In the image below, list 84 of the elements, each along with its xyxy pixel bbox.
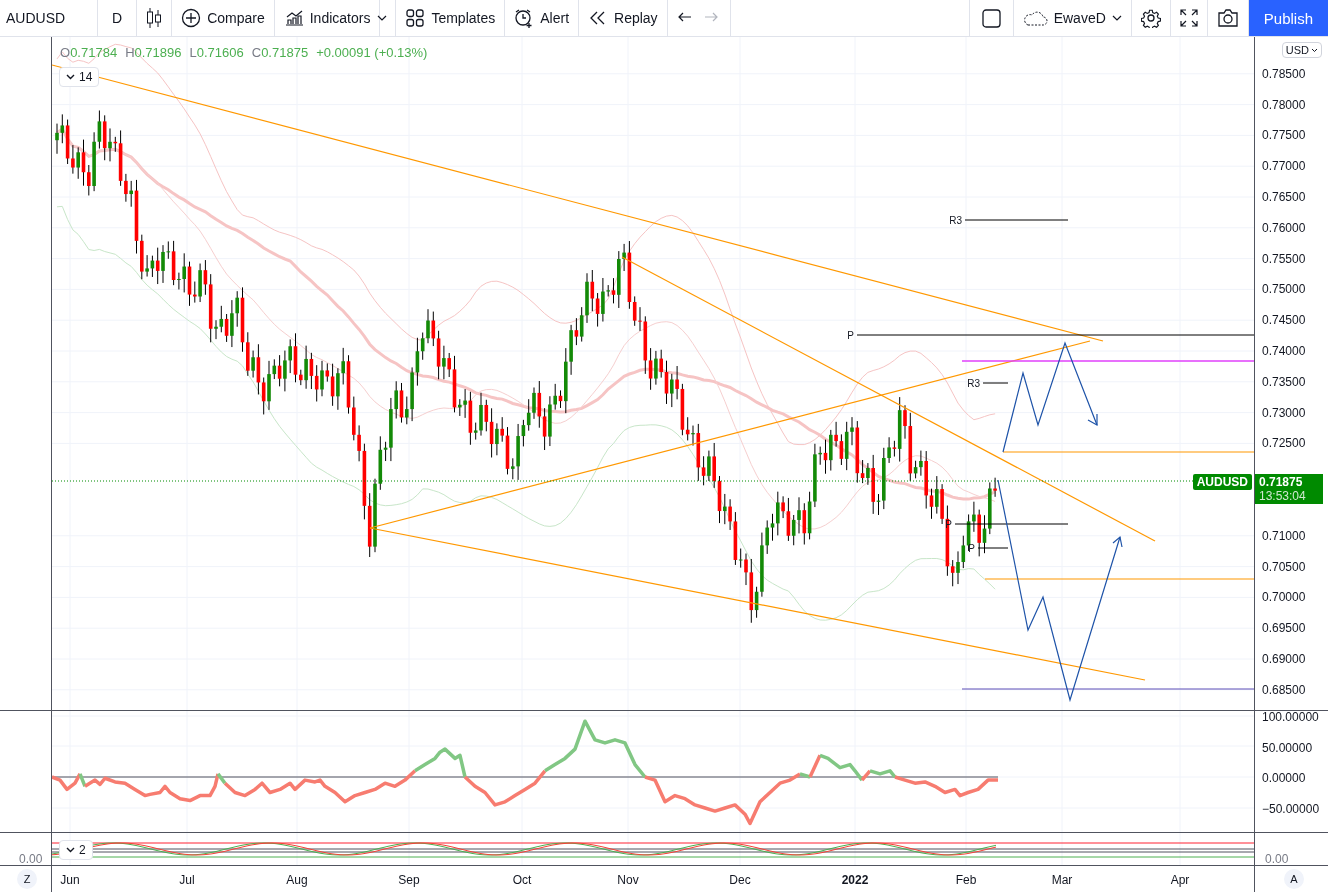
alert-button[interactable]: Alert	[505, 0, 580, 36]
date-label: Aug	[286, 873, 308, 887]
date-label: 2022	[841, 873, 869, 887]
axis-label: 50.00000	[1262, 740, 1313, 755]
templates-button[interactable]: Templates	[396, 0, 506, 36]
chevron-down-icon	[66, 847, 75, 853]
pivot-label: P	[847, 330, 854, 341]
ohlc-value: 0.71784	[70, 45, 118, 60]
date-label: Apr	[1170, 873, 1190, 887]
date-label: Sep	[398, 873, 420, 887]
date-label: Dec	[729, 873, 751, 887]
ohlc-label: H	[125, 45, 135, 60]
axis-label: −50.00000	[1262, 802, 1320, 817]
pivot-label: R3	[949, 215, 962, 226]
price-label: 0.69000	[1262, 652, 1306, 666]
price-label: 0.77000	[1262, 159, 1306, 174]
interval-button[interactable]: D	[98, 0, 138, 36]
chevron-down-icon	[1311, 47, 1318, 53]
price-label: 0.78000	[1262, 97, 1306, 112]
price-label: 0.70000	[1262, 590, 1306, 605]
camera-icon	[1216, 9, 1239, 27]
chevron-down-icon	[377, 15, 388, 21]
date-label: Oct	[512, 873, 532, 887]
price-label: 0.73000	[1262, 405, 1306, 420]
symbol-tag: AUDUSD	[1192, 474, 1252, 490]
auto-scale-button[interactable]: A	[1284, 869, 1304, 889]
replay-button[interactable]: Replay	[579, 0, 668, 36]
ohlc-value: 0.71896	[134, 45, 182, 60]
price-label: 0.78500	[1262, 66, 1306, 81]
chevron-down-icon	[1111, 15, 1122, 21]
grid-icon	[405, 7, 426, 29]
price-label: 0.75500	[1262, 251, 1306, 266]
price-label: 0.76000	[1262, 220, 1306, 235]
price-label: 0.72500	[1262, 436, 1306, 451]
date-label: Jun	[60, 873, 80, 887]
pivot-label: R3	[967, 378, 980, 389]
price-label: 0.75000	[1262, 282, 1306, 297]
ohlc-value: 0.71875	[261, 45, 309, 60]
indicators-collapse-button[interactable]: 14	[59, 67, 100, 87]
axis-label: 0.00	[1265, 852, 1289, 865]
price-label: 0.73500	[1262, 374, 1306, 389]
axis-label: 0.00000	[1262, 771, 1306, 786]
candlestick-icon	[146, 7, 163, 29]
indicators-button[interactable]: Indicators	[274, 0, 381, 36]
price-label: 0.70500	[1262, 559, 1306, 574]
settings-icon	[1140, 8, 1161, 28]
undo-arrow-icon	[677, 12, 692, 24]
date-label: Feb	[955, 873, 977, 887]
cloud-icon	[1022, 10, 1048, 26]
chevron-down-icon	[66, 74, 75, 80]
publish-button[interactable]: Publish	[1248, 0, 1328, 36]
ohlc-label: O	[60, 45, 71, 60]
compare-button[interactable]: Compare	[172, 0, 275, 36]
date-label: Mar	[1051, 873, 1073, 887]
price-label: 0.68500	[1262, 682, 1306, 697]
pivot-label: P	[968, 543, 975, 554]
fullscreen-icon	[1179, 9, 1198, 27]
timezone-button[interactable]: Z	[17, 869, 37, 889]
ohlc-label: L	[189, 45, 197, 60]
add-circle-icon	[181, 7, 202, 29]
redo-arrow-icon	[703, 12, 718, 24]
date-label: Nov	[617, 873, 639, 887]
date-label: Jul	[179, 873, 195, 887]
ohlc-label: C	[251, 45, 262, 60]
price-change: +0.00091 (+0.13%)	[316, 45, 428, 60]
currency-button[interactable]: USD	[1281, 42, 1322, 58]
indicators-collapse-button[interactable]: 2	[59, 840, 93, 860]
axis-label: 0.00	[19, 852, 43, 865]
alarm-clock-icon	[514, 7, 535, 29]
pivot-line	[977, 547, 1009, 549]
layout-button[interactable]: EwaveD	[1013, 0, 1132, 36]
ohlc-value: 0.71606	[196, 45, 244, 60]
square-icon	[981, 8, 1001, 28]
price-label: 0.77500	[1262, 128, 1306, 143]
price-label: 0.76500	[1262, 190, 1306, 204]
price-label: 0.74000	[1262, 344, 1306, 358]
price-label: 0.69500	[1262, 621, 1306, 636]
price-value: 0.71875	[1259, 475, 1304, 489]
price-label: 0.71000	[1262, 528, 1306, 543]
pivot-line	[982, 382, 1009, 384]
countdown-timer: 13:53:04	[1259, 489, 1307, 503]
price-label: 0.74500	[1262, 313, 1306, 328]
axis-label: 100.00000	[1262, 711, 1319, 724]
symbol-button[interactable]: AUDUSD	[0, 0, 98, 36]
